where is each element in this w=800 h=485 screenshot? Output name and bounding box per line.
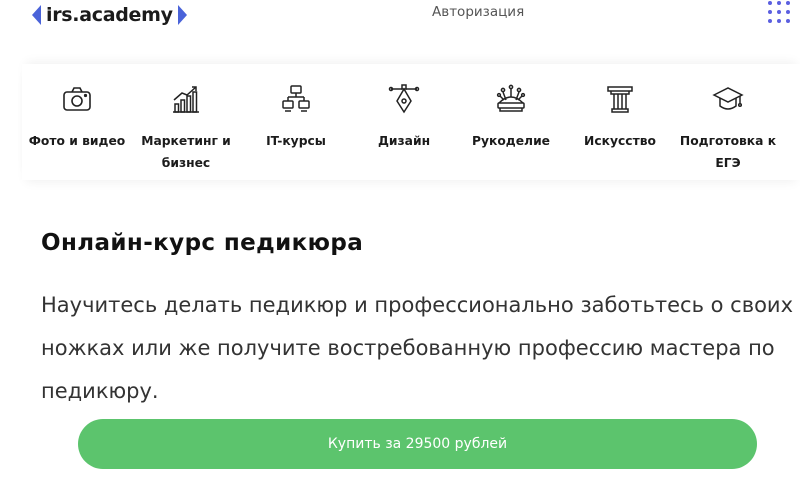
category-it[interactable]: IT-курсы: [241, 64, 351, 180]
category-label: Рукоделие: [471, 134, 551, 148]
graduation-cap-icon: [712, 87, 744, 110]
category-label: Дизайн: [377, 134, 431, 148]
category-art[interactable]: Искусство: [565, 64, 675, 180]
category-exam-prep[interactable]: Подготовка к ЕГЭ: [673, 64, 783, 180]
category-bar: Фото и видео Маркетинг и бизнес IT-курсы: [22, 64, 800, 180]
grid-menu-icon[interactable]: [768, 1, 798, 27]
category-photo-video[interactable]: Фото и видео: [22, 64, 132, 180]
category-label: Подготовка к ЕГЭ: [679, 134, 777, 170]
category-label: Фото и видео: [28, 134, 126, 148]
course-title: Онлайн-курс педикюра: [41, 230, 364, 256]
course-description: Научитесь делать педикюр и профессиональ…: [41, 293, 794, 403]
camera-icon: [63, 87, 91, 111]
pen-tool-icon: [388, 84, 420, 114]
logo[interactable]: irs.academy: [32, 2, 187, 28]
growth-chart-icon: [173, 86, 199, 113]
category-design[interactable]: Дизайн: [349, 64, 459, 180]
network-icon: [282, 85, 310, 112]
column-icon: [607, 86, 633, 113]
category-label: Искусство: [584, 134, 656, 148]
logo-left-arrow-icon: [32, 5, 41, 25]
logo-text: irs.academy: [46, 4, 173, 26]
pincushion-icon: [496, 84, 526, 112]
auth-link[interactable]: Авторизация: [432, 4, 524, 20]
header: irs.academy Авторизация: [0, 0, 800, 32]
category-handicraft[interactable]: Рукоделие: [456, 64, 566, 180]
category-marketing[interactable]: Маркетинг и бизнес: [131, 64, 241, 180]
buy-button[interactable]: Купить за 29500 рублей: [78, 419, 757, 469]
logo-right-arrow-icon: [177, 5, 187, 25]
category-label: Маркетинг и бизнес: [141, 134, 231, 170]
category-label: IT-курсы: [266, 134, 326, 148]
